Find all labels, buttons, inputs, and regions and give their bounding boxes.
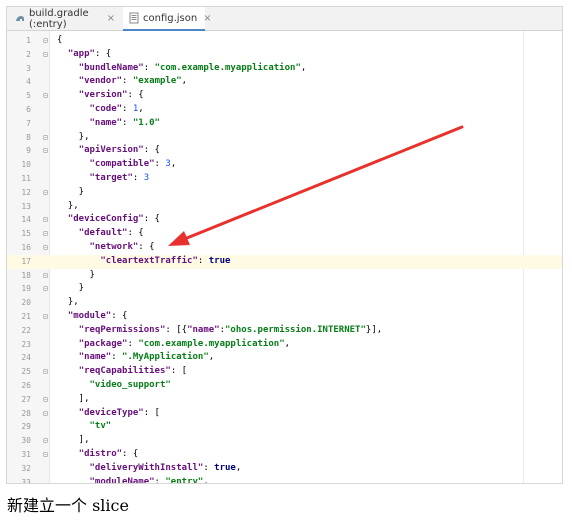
annotation-arrow: [168, 125, 464, 246]
caption-text: 新建立一个 slice: [7, 496, 129, 515]
